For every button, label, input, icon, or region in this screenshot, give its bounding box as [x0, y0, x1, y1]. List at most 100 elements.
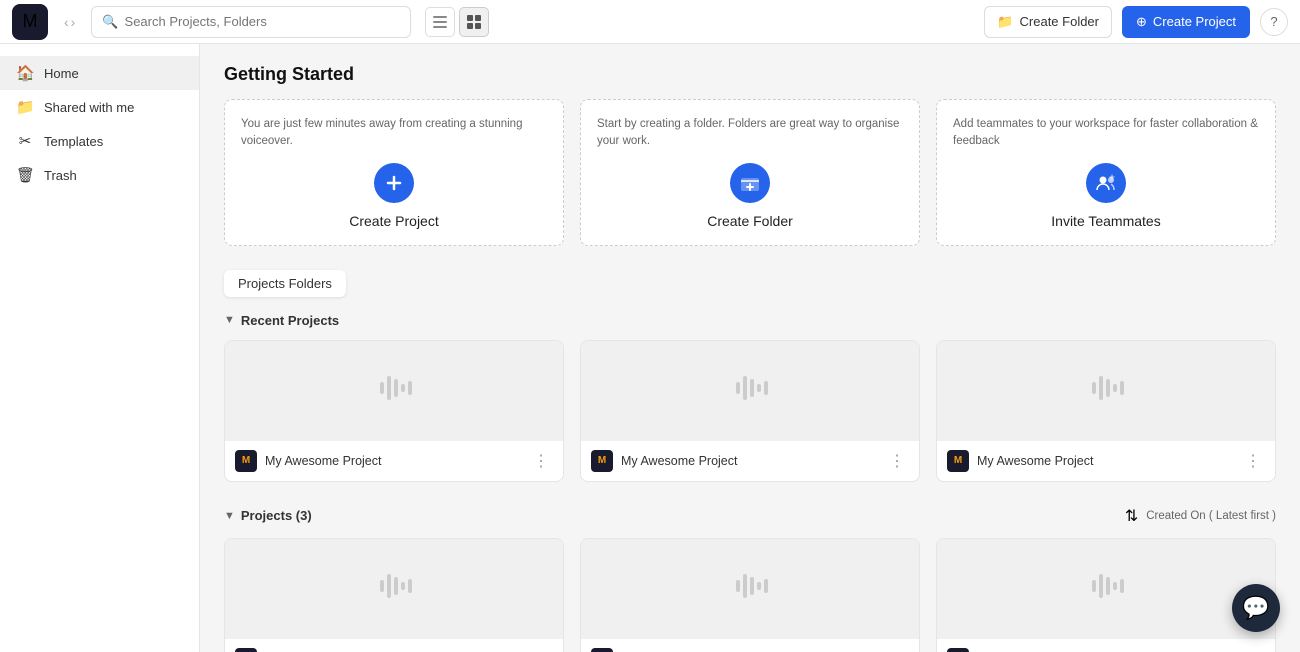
sidebar-item-shared-label: Shared with me	[44, 100, 134, 115]
all-project-thumb-1	[581, 539, 919, 639]
invite-teammates-card-label: Invite Teammates	[1051, 213, 1160, 229]
create-folder-card-label: Create Folder	[707, 213, 793, 229]
getting-started-section: Getting Started You are just few minutes…	[224, 64, 1276, 246]
main-content: Getting Started You are just few minutes…	[200, 44, 1300, 652]
project-logo-1: M	[591, 450, 613, 472]
all-waveform-icon-0	[370, 562, 418, 615]
nav-back-icon[interactable]: ‹	[64, 14, 69, 30]
all-projects-grid: M My Awesome Project ⋮	[224, 538, 1276, 652]
create-project-card-icon	[374, 163, 414, 203]
create-folder-card-desc: Start by creating a folder. Folders are …	[597, 116, 903, 151]
all-projects-section: ▼ Projects (3) ⇅ Created On ( Latest fir…	[224, 506, 1276, 652]
grid-view-button[interactable]	[459, 7, 489, 37]
all-project-logo-2: M	[947, 648, 969, 652]
project-thumb-0	[225, 341, 563, 441]
logo-button[interactable]: M	[12, 4, 48, 40]
create-project-label: Create Project	[1153, 14, 1236, 29]
project-menu-2[interactable]: ⋮	[1241, 449, 1265, 473]
all-waveform-icon-2	[1082, 562, 1130, 615]
view-toggle	[425, 7, 489, 37]
templates-icon: ✂	[16, 132, 34, 150]
logo-icon: M	[23, 11, 38, 32]
all-projects-collapse-icon: ▼	[224, 510, 235, 522]
sidebar: 🏠 Home 📁 Shared with me ✂ Templates 🗑 Tr…	[0, 44, 200, 652]
sidebar-item-templates[interactable]: ✂ Templates	[0, 124, 199, 158]
chat-bubble-button[interactable]: 💬	[1232, 584, 1280, 632]
home-icon: 🏠	[16, 64, 34, 82]
all-projects-header[interactable]: ▼ Projects (3) ⇅ Created On ( Latest fir…	[224, 506, 1276, 526]
all-project-card-2[interactable]: M My Awesome Project ⋮	[936, 538, 1276, 652]
project-thumb-1	[581, 341, 919, 441]
all-project-thumb-2	[937, 539, 1275, 639]
project-name-1: My Awesome Project	[621, 454, 877, 468]
create-project-button[interactable]: ⊕ Create Project	[1122, 6, 1250, 38]
sort-meta: ⇅ Created On ( Latest first )	[1125, 506, 1276, 526]
sidebar-item-templates-label: Templates	[44, 134, 103, 149]
all-project-menu-0[interactable]: ⋮	[529, 647, 553, 652]
project-footer-0: M My Awesome Project ⋮	[225, 441, 563, 481]
all-project-menu-1[interactable]: ⋮	[885, 647, 909, 652]
create-folder-button[interactable]: 📁 Create Folder	[984, 6, 1112, 38]
create-project-card[interactable]: You are just few minutes away from creat…	[224, 99, 564, 246]
recent-project-card-1[interactable]: M My Awesome Project ⋮	[580, 340, 920, 482]
project-name-0: My Awesome Project	[265, 454, 521, 468]
waveform-icon-2	[1082, 364, 1130, 417]
invite-teammates-card[interactable]: Add teammates to your workspace for fast…	[936, 99, 1276, 246]
tabs-area: Projects Folders	[224, 270, 1276, 297]
project-thumb-2	[937, 341, 1275, 441]
sort-label[interactable]: Created On ( Latest first )	[1146, 510, 1276, 522]
project-footer-2: M My Awesome Project ⋮	[937, 441, 1275, 481]
project-menu-1[interactable]: ⋮	[885, 449, 909, 473]
recent-project-card-2[interactable]: M My Awesome Project ⋮	[936, 340, 1276, 482]
list-view-button[interactable]	[425, 7, 455, 37]
nav-forward-icon[interactable]: ›	[71, 14, 76, 30]
shared-icon: 📁	[16, 98, 34, 116]
project-logo-0: M	[235, 450, 257, 472]
sidebar-item-home[interactable]: 🏠 Home	[0, 56, 199, 90]
create-folder-card[interactable]: Start by creating a folder. Folders are …	[580, 99, 920, 246]
trash-icon: 🗑	[16, 166, 34, 184]
all-project-logo-0: M	[235, 648, 257, 652]
plus-circle-icon: ⊕	[1136, 14, 1147, 30]
sidebar-item-trash-label: Trash	[44, 168, 77, 183]
create-folder-label: Create Folder	[1020, 14, 1099, 29]
all-project-card-1[interactable]: M My Awesome Project ⋮	[580, 538, 920, 652]
search-icon: 🔍	[102, 14, 118, 30]
create-project-card-label: Create Project	[349, 213, 438, 229]
all-project-card-0[interactable]: M My Awesome Project ⋮	[224, 538, 564, 652]
recent-projects-grid: M My Awesome Project ⋮	[224, 340, 1276, 482]
all-project-menu-2[interactable]: ⋮	[1241, 647, 1265, 652]
sidebar-item-home-label: Home	[44, 66, 79, 81]
recent-projects-header[interactable]: ▼ Recent Projects	[224, 313, 1276, 328]
nav-arrows: ‹ ›	[64, 14, 75, 30]
getting-started-cards: You are just few minutes away from creat…	[224, 99, 1276, 246]
all-project-footer-0: M My Awesome Project ⋮	[225, 639, 563, 652]
create-project-card-desc: You are just few minutes away from creat…	[241, 116, 547, 151]
all-projects-title: Projects (3)	[241, 508, 312, 523]
search-bar: 🔍	[91, 6, 411, 38]
chat-icon: 💬	[1242, 595, 1269, 621]
sidebar-item-trash[interactable]: 🗑 Trash	[0, 158, 199, 192]
waveform-icon-0	[370, 364, 418, 417]
all-project-footer-2: M My Awesome Project ⋮	[937, 639, 1275, 652]
help-button[interactable]: ?	[1260, 8, 1288, 36]
recent-projects-title: Recent Projects	[241, 313, 339, 328]
waveform-icon-1	[726, 364, 774, 417]
tab-projects-folders[interactable]: Projects Folders	[224, 270, 346, 297]
project-name-2: My Awesome Project	[977, 454, 1233, 468]
getting-started-title: Getting Started	[224, 64, 1276, 85]
recent-project-card-0[interactable]: M My Awesome Project ⋮	[224, 340, 564, 482]
topbar: M ‹ › 🔍 📁 Create Folder ⊕	[0, 0, 1300, 44]
search-input[interactable]	[125, 14, 401, 29]
all-waveform-icon-1	[726, 562, 774, 615]
project-logo-2: M	[947, 450, 969, 472]
sort-icon: ⇅	[1125, 506, 1138, 526]
all-project-footer-1: M My Awesome Project ⋮	[581, 639, 919, 652]
recent-projects-collapse-icon: ▼	[224, 314, 235, 326]
invite-teammates-card-icon	[1086, 163, 1126, 203]
sidebar-item-shared[interactable]: 📁 Shared with me	[0, 90, 199, 124]
recent-projects-section: ▼ Recent Projects	[224, 313, 1276, 482]
folder-icon: 📁	[997, 14, 1013, 30]
project-menu-0[interactable]: ⋮	[529, 449, 553, 473]
project-footer-1: M My Awesome Project ⋮	[581, 441, 919, 481]
